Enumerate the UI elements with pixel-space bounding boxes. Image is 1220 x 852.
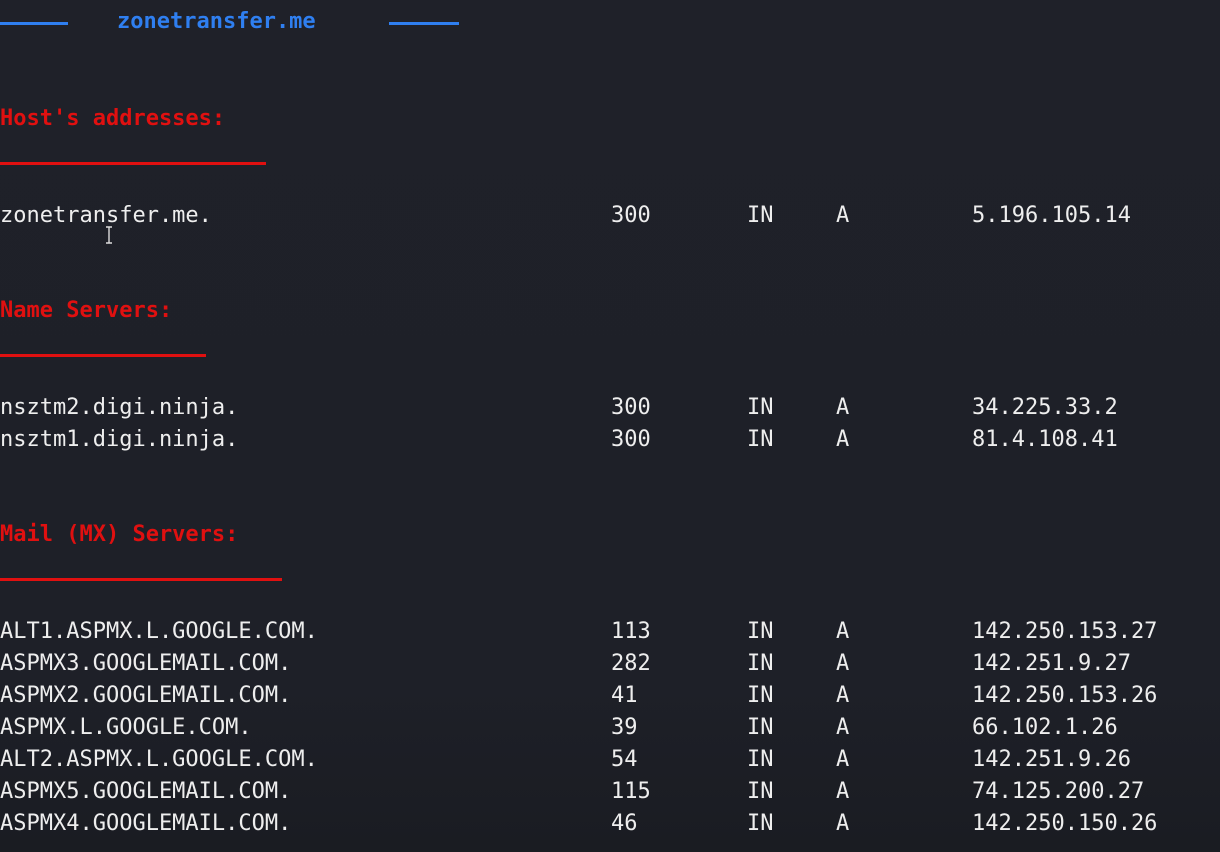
record-ttl: 39 — [611, 715, 638, 740]
record-row: ASPMX3.GOOGLEMAIL.COM. 282 IN A 142.251.… — [0, 648, 1220, 680]
record-type: A — [836, 715, 850, 740]
record-row: ASPMX.L.GOOGLE.COM. 39 IN A 66.102.1.26 — [0, 712, 1220, 744]
record-type: A — [836, 747, 850, 772]
record-address: 142.250.150.26 — [972, 811, 1158, 836]
record-row: ALT2.ASPMX.L.GOOGLE.COM. 54 IN A 142.251… — [0, 744, 1220, 776]
section-underline-mail-servers — [0, 578, 282, 581]
record-address: 74.125.200.27 — [972, 779, 1145, 804]
record-type: A — [836, 427, 850, 452]
record-type: A — [836, 811, 850, 836]
record-name: ALT2.ASPMX.L.GOOGLE.COM. — [0, 747, 318, 772]
record-address: 142.251.9.26 — [972, 747, 1131, 772]
record-address: 142.251.9.27 — [972, 651, 1131, 676]
record-ttl: 54 — [611, 747, 638, 772]
record-ttl: 115 — [611, 779, 651, 804]
record-class: IN — [747, 811, 774, 836]
record-ttl: 300 — [611, 203, 651, 228]
record-type: A — [836, 683, 850, 708]
banner-title: zonetransfer.me — [117, 9, 316, 34]
record-name: nsztm2.digi.ninja. — [0, 395, 239, 420]
record-type: A — [836, 203, 850, 228]
section-header-name-servers: Name Servers: — [0, 298, 173, 323]
record-name: ASPMX3.GOOGLEMAIL.COM. — [0, 651, 292, 676]
record-name: ASPMX4.GOOGLEMAIL.COM. — [0, 811, 292, 836]
record-type: A — [836, 619, 850, 644]
text-cursor-icon — [106, 226, 112, 244]
record-class: IN — [747, 651, 774, 676]
record-name: ALT1.ASPMX.L.GOOGLE.COM. — [0, 619, 318, 644]
record-class: IN — [747, 715, 774, 740]
section-header-host-addresses: Host's addresses: — [0, 106, 226, 131]
record-address: 5.196.105.14 — [972, 203, 1131, 228]
record-row: ASPMX2.GOOGLEMAIL.COM. 41 IN A 142.250.1… — [0, 680, 1220, 712]
record-ttl: 300 — [611, 395, 651, 420]
record-class: IN — [747, 395, 774, 420]
record-class: IN — [747, 779, 774, 804]
record-ttl: 300 — [611, 427, 651, 452]
banner-rule-left — [0, 22, 68, 25]
banner-rule-right — [389, 22, 459, 25]
record-row: nsztm1.digi.ninja. 300 IN A 81.4.108.41 — [0, 424, 1220, 456]
record-type: A — [836, 651, 850, 676]
record-type: A — [836, 779, 850, 804]
record-name: ASPMX5.GOOGLEMAIL.COM. — [0, 779, 292, 804]
record-row: nsztm2.digi.ninja. 300 IN A 34.225.33.2 — [0, 392, 1220, 424]
record-name: nsztm1.digi.ninja. — [0, 427, 239, 452]
record-address: 66.102.1.26 — [972, 715, 1118, 740]
section-underline-name-servers — [0, 354, 206, 357]
record-row: ALT1.ASPMX.L.GOOGLE.COM. 113 IN A 142.25… — [0, 616, 1220, 648]
record-class: IN — [747, 683, 774, 708]
terminal-screen[interactable]: zonetransfer.me Host's addresses: zonetr… — [0, 0, 1220, 852]
record-class: IN — [747, 203, 774, 228]
section-header-mail-servers: Mail (MX) Servers: — [0, 522, 239, 547]
record-class: IN — [747, 427, 774, 452]
record-address: 34.225.33.2 — [972, 395, 1118, 420]
record-name: ASPMX2.GOOGLEMAIL.COM. — [0, 683, 292, 708]
record-row: ASPMX4.GOOGLEMAIL.COM. 46 IN A 142.250.1… — [0, 808, 1220, 840]
record-address: 81.4.108.41 — [972, 427, 1118, 452]
record-address: 142.250.153.26 — [972, 683, 1158, 708]
record-ttl: 41 — [611, 683, 638, 708]
record-name: ASPMX.L.GOOGLE.COM. — [0, 715, 252, 740]
record-ttl: 282 — [611, 651, 651, 676]
record-ttl: 46 — [611, 811, 638, 836]
section-underline-host-addresses — [0, 162, 266, 165]
record-type: A — [836, 395, 850, 420]
record-row: zonetransfer.me. 300 IN A 5.196.105.14 — [0, 200, 1220, 232]
record-class: IN — [747, 747, 774, 772]
record-row: ASPMX5.GOOGLEMAIL.COM. 115 IN A 74.125.2… — [0, 776, 1220, 808]
record-class: IN — [747, 619, 774, 644]
record-address: 142.250.153.27 — [972, 619, 1158, 644]
record-ttl: 113 — [611, 619, 651, 644]
